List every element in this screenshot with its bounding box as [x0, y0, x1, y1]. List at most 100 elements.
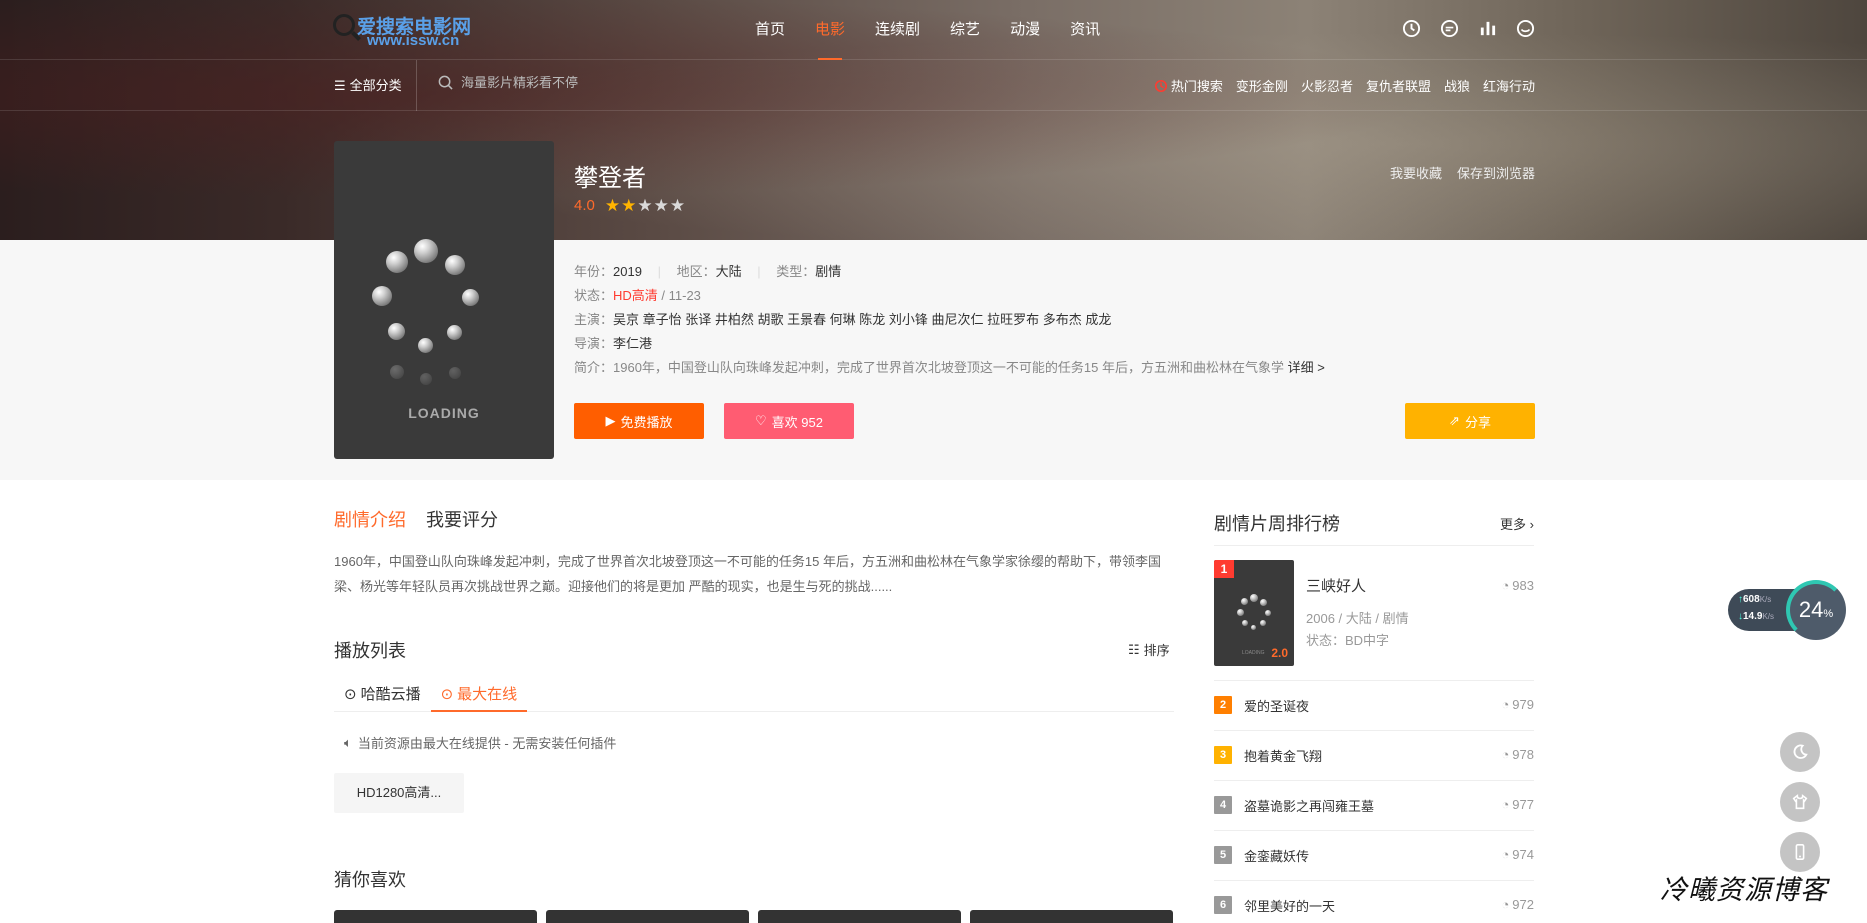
- save-to-browser-link[interactable]: 保存到浏览器: [1457, 163, 1535, 182]
- source-tab-haku[interactable]: ⊙ 哈酷云播: [334, 677, 431, 712]
- rank-views: ◔ 978: [1501, 747, 1534, 762]
- chart-bar-icon[interactable]: [1478, 19, 1497, 38]
- movie-year[interactable]: 2019: [613, 264, 642, 279]
- movie-director[interactable]: 李仁港: [613, 336, 652, 351]
- nav-home[interactable]: 首页: [740, 0, 800, 60]
- rank-top-item[interactable]: LOADING 1 2.0 三峡好人 2006 / 大陆 / 剧情 状态：BD中…: [1214, 560, 1534, 666]
- guess-cards: [334, 910, 1173, 923]
- star-icon[interactable]: ★: [637, 197, 652, 214]
- rank-title: 剧情片周排行榜: [1214, 514, 1340, 534]
- speaker-icon: 🔈︎: [344, 734, 352, 750]
- rank-views: ◔ 974: [1501, 847, 1534, 862]
- cpu-usage-gauge: 24%: [1786, 580, 1846, 640]
- nav-movies[interactable]: 电影: [800, 0, 860, 60]
- hot-item[interactable]: 变形金刚: [1236, 76, 1288, 95]
- movie-cast[interactable]: 吴京 章子怡 张译 井柏然 胡歌 王景春 何琳 陈龙 刘小锋 曲尼次仁 拉旺罗布…: [613, 312, 1111, 327]
- heart-icon: ♡: [755, 413, 767, 428]
- movie-summary: 1960年，中国登山队向珠峰发起冲刺，完成了世界首次北坡登顶这一不可能的任务15…: [613, 360, 1285, 375]
- rank-list-item[interactable]: 2 爱的圣诞夜 ◔ 979: [1214, 680, 1534, 730]
- user-smile-icon[interactable]: [1516, 19, 1535, 38]
- movie-type[interactable]: 剧情: [815, 264, 841, 279]
- movie-title: 攀登者: [574, 165, 646, 192]
- episode-button[interactable]: HD1280高清...: [334, 773, 464, 813]
- rank-item-name[interactable]: 盗墓诡影之再闯雍王墓: [1244, 796, 1374, 815]
- shirt-icon: [1792, 794, 1808, 810]
- source-tab-zuida[interactable]: ⊙ 最大在线: [430, 677, 528, 712]
- rank-item-name[interactable]: 爱的圣诞夜: [1244, 696, 1309, 715]
- rank-list-item[interactable]: 5 金銮藏妖传 ◔ 974: [1214, 830, 1534, 880]
- guess-card[interactable]: [546, 910, 749, 923]
- movie-rating: 4.0 ★ ★ ★ ★ ★: [574, 197, 685, 214]
- guess-card[interactable]: [970, 910, 1173, 923]
- nav-variety[interactable]: 综艺: [935, 0, 995, 60]
- theme-button[interactable]: [1780, 782, 1820, 822]
- hot-item[interactable]: 复仇者联盟: [1366, 76, 1431, 95]
- summary-more-link[interactable]: 详细 >: [1288, 360, 1325, 375]
- hot-item[interactable]: 战狼: [1444, 76, 1470, 95]
- message-icon[interactable]: [1440, 19, 1459, 38]
- search-icon[interactable]: [438, 75, 453, 90]
- all-categories-button[interactable]: ☰ 全部分类: [334, 60, 417, 111]
- rank-top-thumb[interactable]: LOADING 1 2.0: [1214, 560, 1294, 666]
- network-speed-widget[interactable]: ↑608K/s ↓14.9K/s 24%: [1728, 580, 1846, 640]
- nav-anime[interactable]: 动漫: [995, 0, 1055, 60]
- play-button[interactable]: ▶ 免费播放: [574, 403, 704, 439]
- tab-intro[interactable]: 剧情介绍: [334, 506, 406, 532]
- fire-icon: ◔: [1501, 847, 1510, 862]
- play-circle-icon: ⊙: [344, 686, 357, 703]
- favorite-link[interactable]: 我要收藏: [1390, 163, 1442, 182]
- intro-text: 1960年，中国登山队向珠峰发起冲刺，完成了世界首次北坡登顶这一不可能的任务15…: [334, 554, 1161, 594]
- movie-poster[interactable]: LOADING: [334, 141, 554, 459]
- rating-stars[interactable]: ★ ★ ★ ★ ★: [605, 197, 685, 214]
- mobile-button[interactable]: [1780, 832, 1820, 872]
- fire-icon: ◔: [1501, 578, 1510, 593]
- like-button[interactable]: ♡ 喜欢 952: [724, 403, 854, 439]
- rank-more-link[interactable]: 更多 ›: [1500, 514, 1534, 533]
- guess-title: 猜你喜欢: [334, 870, 406, 890]
- fire-icon: ◔: [1501, 897, 1510, 912]
- rank-number: 1: [1214, 560, 1234, 578]
- rank-list-item[interactable]: 4 盗墓诡影之再闯雍王墓 ◔ 977: [1214, 780, 1534, 830]
- logo-url: www.issw.cn: [367, 32, 460, 49]
- dark-mode-button[interactable]: [1780, 732, 1820, 772]
- hot-searches: 热门搜索 变形金刚 火影忍者 复仇者联盟 战狼 红海行动: [1154, 60, 1535, 111]
- nav-news[interactable]: 资讯: [1055, 0, 1115, 60]
- main-menu: 首页 电影 连续剧 综艺 动漫 资讯: [740, 0, 1115, 60]
- site-logo[interactable]: 爱搜索电影网 www.issw.cn: [333, 12, 471, 50]
- rank-number: 6: [1214, 896, 1232, 914]
- rank-header: 剧情片周排行榜 更多 ›: [1214, 510, 1534, 536]
- rank-top-meta: 2006 / 大陆 / 剧情: [1306, 611, 1409, 626]
- rating-score: 4.0: [574, 197, 595, 214]
- sort-list-icon: ☷: [1128, 641, 1140, 657]
- clock-icon[interactable]: [1402, 19, 1421, 38]
- star-icon[interactable]: ★: [670, 197, 685, 214]
- sub-nav: ☰ 全部分类 热门搜索 变形金刚 火影忍者 复仇者联盟 战狼 红海行动: [0, 60, 1867, 111]
- rank-top-name[interactable]: 三峡好人: [1306, 575, 1366, 596]
- rank-number: 5: [1214, 846, 1232, 864]
- star-icon[interactable]: ★: [605, 197, 620, 214]
- guess-card[interactable]: [334, 910, 537, 923]
- movie-region[interactable]: 大陆: [716, 264, 742, 279]
- fire-icon: ◔: [1501, 747, 1510, 762]
- rank-item-name[interactable]: 金銮藏妖传: [1244, 846, 1309, 865]
- hot-item[interactable]: 火影忍者: [1301, 76, 1353, 95]
- rank-views: ◔ 983: [1501, 578, 1534, 593]
- upload-speed: ↑608K/s: [1738, 594, 1772, 605]
- guess-card[interactable]: [758, 910, 961, 923]
- rank-list-item[interactable]: 6 邻里美好的一天 ◔ 972: [1214, 880, 1534, 923]
- star-icon[interactable]: ★: [654, 197, 669, 214]
- nav-series[interactable]: 连续剧: [860, 0, 935, 60]
- rank-list-item[interactable]: 3 抱着黄金飞翔 ◔ 978: [1214, 730, 1534, 780]
- rank-item-name[interactable]: 抱着黄金飞翔: [1244, 746, 1322, 765]
- detail-tabs: 剧情介绍 我要评分: [334, 506, 498, 532]
- tab-rate[interactable]: 我要评分: [426, 506, 498, 532]
- hot-clock-icon: [1154, 79, 1167, 92]
- rank-item-name[interactable]: 邻里美好的一天: [1244, 896, 1335, 915]
- menu-icon: ☰: [334, 78, 346, 93]
- sort-button[interactable]: ☷ 排序: [1128, 640, 1170, 659]
- share-button[interactable]: ⇗ 分享: [1405, 403, 1535, 439]
- search-input[interactable]: [461, 75, 761, 90]
- rank-views: ◔ 979: [1501, 697, 1534, 712]
- hot-item[interactable]: 红海行动: [1483, 76, 1535, 95]
- star-icon[interactable]: ★: [621, 197, 636, 214]
